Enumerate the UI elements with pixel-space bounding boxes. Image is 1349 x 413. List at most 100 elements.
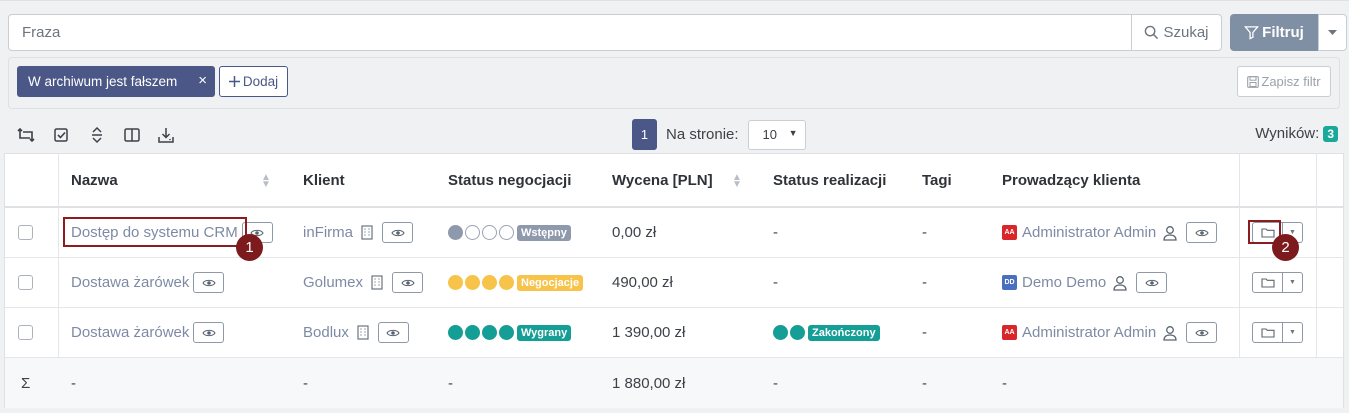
summary-realization: -	[773, 374, 778, 392]
deal-name-link[interactable]: Dostawa żarówek	[71, 324, 189, 341]
preview-owner-button[interactable]	[1186, 222, 1218, 243]
preview-owner-button[interactable]	[1186, 322, 1218, 343]
actions-cell: ▼	[1252, 308, 1303, 357]
open-folder-button[interactable]	[1252, 272, 1283, 293]
preview-owner-button[interactable]	[1136, 272, 1168, 293]
page: Szukaj Filtruj W archiwum jest fałszem ×…	[0, 0, 1349, 413]
person-icon	[1163, 225, 1177, 241]
column-header-name[interactable]: Nazwa	[71, 154, 118, 206]
add-filter-button[interactable]: Dodaj	[219, 66, 288, 97]
column-header-tags[interactable]: Tagi	[922, 154, 952, 206]
columns-icon[interactable]	[123, 126, 141, 144]
client-link[interactable]: Bodlux	[303, 324, 349, 341]
realization-status-cell: Zakończony	[773, 308, 880, 357]
progress-dot	[448, 225, 463, 240]
deal-name-link[interactable]: Dostawa żarówek	[71, 274, 189, 291]
row-actions-dropdown[interactable]: ▼	[1283, 272, 1303, 293]
owner-cell: DD Demo Demo	[1002, 258, 1168, 307]
filter-chip-label: W archiwum jest fałszem	[28, 74, 178, 89]
column-header-client[interactable]: Klient	[303, 154, 345, 206]
per-page-label: Na stronie:	[666, 126, 739, 143]
expand-collapse-icon[interactable]	[88, 126, 106, 144]
row-checkbox[interactable]	[18, 275, 33, 290]
preview-deal-button[interactable]	[193, 272, 225, 293]
eye-icon	[400, 279, 415, 286]
sort-icon[interactable]: ▲ ▼	[732, 173, 742, 190]
caret-down-icon	[1328, 29, 1337, 35]
column-header-price[interactable]: Wycena [PLN]	[612, 154, 713, 206]
negotiation-status-cell: Negocjacje	[448, 258, 584, 307]
owner-link[interactable]: Administrator Admin	[1022, 324, 1156, 341]
plus-icon	[228, 76, 240, 87]
pagination: 1 Na stronie: 10 ▼	[632, 118, 806, 151]
column-header-realization-status[interactable]: Status realizacji	[773, 154, 886, 206]
table-row[interactable]: Dostawa żarówek Golumex Negocjacje 490,00 z…	[5, 258, 1343, 308]
table-row[interactable]: Dostawa żarówek Bodlux Wygrany 1 390,00 zł Z…	[5, 308, 1343, 358]
building-icon	[361, 225, 373, 240]
preview-client-button[interactable]	[382, 222, 414, 243]
progress-dot	[499, 325, 514, 340]
caret-down-icon: ▼	[788, 127, 798, 138]
annotation-marker-2: 2	[1272, 234, 1299, 261]
client-cell: inFirma	[303, 208, 414, 257]
filter-chip-archive[interactable]: W archiwum jest fałszem ×	[17, 66, 215, 97]
building-icon	[357, 325, 369, 340]
row-actions-dropdown[interactable]: ▼	[1283, 322, 1303, 343]
negotiation-status-badge: Negocjacje	[517, 274, 584, 291]
negotiation-progress: Wygrany	[448, 324, 572, 341]
check-square-icon[interactable]	[53, 126, 71, 144]
filter-button[interactable]: Filtruj	[1230, 14, 1318, 51]
row-checkbox[interactable]	[18, 225, 33, 240]
preview-deal-button[interactable]	[193, 322, 225, 343]
table-header-row: Nazwa ▲ ▼ Klient Status negocjacji Wycena…	[5, 154, 1343, 208]
summary-tags: -	[922, 374, 927, 392]
person-icon	[1113, 275, 1127, 291]
client-link[interactable]: Golumex	[303, 274, 363, 291]
save-filter-button[interactable]: Zapisz filtr	[1237, 66, 1331, 97]
owner-link[interactable]: Administrator Admin	[1022, 224, 1156, 241]
search-input[interactable]	[8, 14, 1132, 51]
rotate-arrows-icon[interactable]	[17, 126, 35, 144]
row-actions: ▼	[1252, 272, 1303, 293]
annotation-marker-1: 1	[236, 234, 263, 261]
column-header-negotiation-status[interactable]: Status negocjacji	[448, 154, 571, 206]
close-icon[interactable]: ×	[198, 72, 207, 89]
open-folder-button[interactable]	[1252, 322, 1283, 343]
negotiation-status-cell: Wstępny	[448, 208, 571, 257]
realization-status-cell: -	[773, 258, 778, 307]
realization-progress: Zakończony	[773, 324, 880, 341]
filter-dropdown-toggle[interactable]	[1318, 14, 1347, 51]
summary-negotiation: -	[448, 374, 453, 392]
progress-dot	[482, 225, 497, 240]
realization-empty: -	[773, 224, 778, 241]
add-filter-label: Dodaj	[242, 74, 279, 89]
person-icon-wrap	[1163, 325, 1177, 341]
owner-link[interactable]: Demo Demo	[1022, 274, 1106, 291]
preview-client-button[interactable]	[392, 272, 424, 293]
download-icon[interactable]	[157, 126, 175, 144]
table-toolbar: 1 Na stronie: 10 ▼ Wyników: 3	[8, 118, 1340, 151]
eye-icon	[202, 279, 216, 286]
filter-button-label: Filtruj	[1262, 24, 1304, 41]
building-icon-wrap	[371, 275, 383, 290]
progress-dot	[465, 225, 480, 240]
owner-cell: AA Administrator Admin	[1002, 208, 1218, 257]
caret-down-icon: ▼	[1289, 329, 1296, 336]
tags-cell: -	[922, 324, 927, 341]
sort-icon[interactable]: ▲ ▼	[261, 173, 271, 190]
page-button-current[interactable]: 1	[632, 119, 657, 150]
progress-dot	[499, 225, 514, 240]
deals-table: Nazwa ▲ ▼ Klient Status negocjacji Wycena…	[4, 153, 1344, 408]
row-select-cell	[18, 258, 33, 307]
client-link[interactable]: inFirma	[303, 224, 353, 241]
search-button[interactable]: Szukaj	[1131, 14, 1222, 51]
folder-icon	[1260, 278, 1275, 288]
row-checkbox[interactable]	[18, 325, 33, 340]
save-filter-label: Zapisz filtr	[1261, 74, 1321, 89]
price-cell: 490,00 zł	[612, 274, 673, 291]
preview-client-button[interactable]	[377, 322, 409, 343]
row-select-cell	[18, 208, 33, 257]
per-page-select[interactable]: 10 ▼	[747, 119, 806, 150]
column-header-owner[interactable]: Prowadzący klienta	[1002, 154, 1140, 206]
avatar: AA	[1002, 225, 1017, 240]
